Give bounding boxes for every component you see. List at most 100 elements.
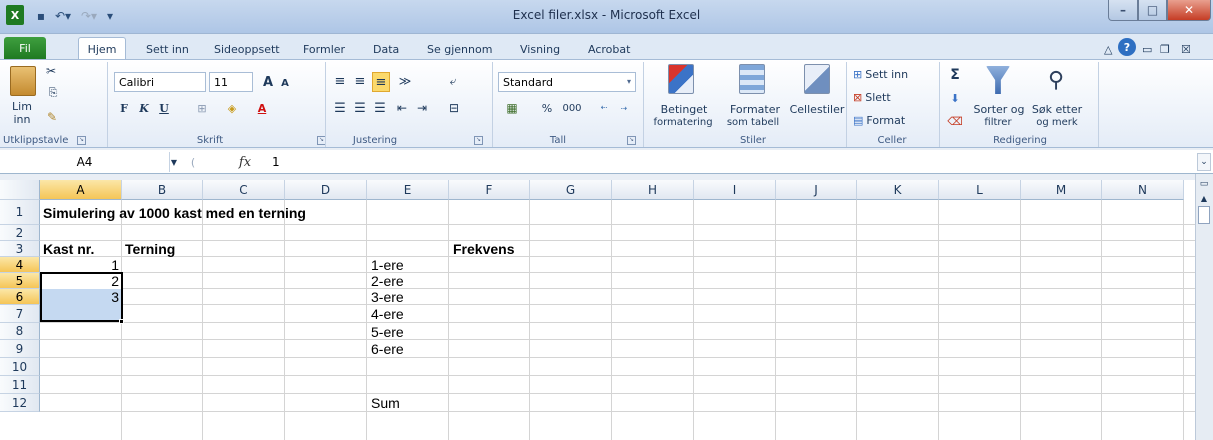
align-left-icon[interactable]: ☰: [332, 99, 348, 117]
percent-button[interactable]: %: [540, 99, 554, 117]
insert-cells-button[interactable]: ⊞ Sett inn: [853, 66, 935, 82]
tab-page-layout[interactable]: Sideoppsett: [214, 40, 280, 59]
cell-styles-icon[interactable]: [804, 64, 830, 94]
cell-b3[interactable]: Terning: [122, 241, 204, 257]
doc-restore-icon[interactable]: ❐: [1160, 40, 1170, 59]
insert-function-button[interactable]: fx: [230, 152, 260, 172]
tab-home[interactable]: Hjem: [78, 37, 126, 60]
tab-view[interactable]: Visning: [520, 40, 560, 59]
clipboard-launcher-icon[interactable]: ↘: [77, 136, 86, 145]
formula-input[interactable]: 1: [272, 152, 280, 172]
column-header-j[interactable]: J: [776, 180, 857, 200]
shrink-font-icon[interactable]: A: [278, 74, 292, 92]
row-header-10[interactable]: 10: [0, 358, 40, 376]
column-header-l[interactable]: L: [939, 180, 1021, 200]
scroll-up-icon[interactable]: ▲: [1197, 192, 1211, 204]
fill-icon[interactable]: ⬇: [946, 89, 964, 107]
row-header-7[interactable]: 7: [0, 305, 40, 323]
format-as-table-icon[interactable]: [739, 64, 765, 94]
scroll-thumb[interactable]: [1198, 206, 1210, 224]
font-color-icon[interactable]: A: [252, 99, 272, 117]
copy-icon[interactable]: ⎘: [44, 86, 62, 100]
font-size-select[interactable]: 11: [209, 72, 253, 92]
column-header-f[interactable]: F: [449, 180, 530, 200]
format-as-table-label-2[interactable]: som tabell: [718, 116, 788, 128]
format-as-table-label[interactable]: Formater: [730, 103, 780, 116]
cell-a5[interactable]: 2: [40, 273, 122, 289]
formula-bar-expand-icon[interactable]: ⌄: [1197, 153, 1211, 171]
align-middle-icon[interactable]: ≡: [352, 72, 368, 90]
cell-e4[interactable]: 1-ere: [368, 257, 450, 273]
column-header-e[interactable]: E: [367, 180, 449, 200]
row-header-8[interactable]: 8: [0, 323, 40, 340]
wrap-text-icon[interactable]: ⤶: [443, 72, 463, 90]
number-launcher-icon[interactable]: ↘: [627, 136, 636, 145]
column-header-m[interactable]: M: [1021, 180, 1102, 200]
select-all-corner[interactable]: [0, 180, 40, 200]
column-header-a[interactable]: A: [40, 180, 122, 200]
column-header-b[interactable]: B: [122, 180, 203, 200]
row-header-6[interactable]: 6: [0, 289, 40, 305]
increase-indent-icon[interactable]: ⇥: [414, 99, 430, 117]
decrease-decimal-icon[interactable]: ⇢: [614, 99, 634, 117]
align-right-icon[interactable]: ☰: [372, 99, 388, 117]
tab-formulas[interactable]: Formler: [303, 40, 345, 59]
cell-a4[interactable]: 1: [40, 257, 122, 273]
row-header-1[interactable]: 1: [0, 200, 40, 225]
minimize-button[interactable]: –: [1108, 0, 1138, 21]
grow-font-icon[interactable]: A: [260, 72, 276, 92]
fill-color-icon[interactable]: ◈: [222, 99, 242, 117]
help-icon[interactable]: ?: [1118, 38, 1136, 56]
font-name-select[interactable]: Calibri: [114, 72, 206, 92]
find-select-label-2[interactable]: og merk: [1030, 116, 1084, 128]
increase-decimal-icon[interactable]: ⇠: [594, 99, 614, 117]
row-header-12[interactable]: 12: [0, 394, 40, 412]
cell-a3[interactable]: Kast nr.: [40, 241, 122, 257]
fill-handle[interactable]: [119, 319, 124, 324]
row-header-4[interactable]: 4: [0, 257, 40, 273]
borders-icon[interactable]: ⊞: [192, 99, 212, 117]
conditional-formatting-label[interactable]: Betinget: [661, 103, 708, 116]
paste-icon[interactable]: [10, 66, 36, 96]
column-header-n[interactable]: N: [1102, 180, 1184, 200]
orientation-icon[interactable]: ≫: [394, 72, 416, 90]
doc-minimize-icon[interactable]: ▭: [1142, 40, 1152, 59]
conditional-formatting-icon[interactable]: [668, 64, 694, 94]
tab-insert[interactable]: Sett inn: [146, 40, 189, 59]
tab-review[interactable]: Se gjennom: [427, 40, 492, 59]
row-header-5[interactable]: 5: [0, 273, 40, 289]
split-box-icon[interactable]: ▭: [1197, 178, 1211, 190]
row-header-11[interactable]: 11: [0, 376, 40, 394]
decrease-indent-icon[interactable]: ⇤: [394, 99, 410, 117]
cell-a1[interactable]: Simulering av 1000 kast med en terning: [40, 200, 440, 225]
column-header-h[interactable]: H: [612, 180, 694, 200]
align-top-icon[interactable]: ≡: [332, 72, 348, 90]
accounting-format-icon[interactable]: ▦: [499, 99, 525, 117]
number-format-select[interactable]: Standard ▾: [498, 72, 636, 92]
name-box[interactable]: A4: [0, 152, 170, 172]
italic-button[interactable]: K: [136, 99, 152, 117]
cell-a6[interactable]: 3: [40, 289, 122, 305]
column-header-c[interactable]: C: [203, 180, 285, 200]
format-cells-button[interactable]: ▤ Format: [853, 112, 923, 128]
row-header-2[interactable]: 2: [0, 225, 40, 241]
clear-icon[interactable]: ⌫: [946, 112, 964, 130]
underline-button[interactable]: U: [156, 99, 172, 117]
column-header-i[interactable]: I: [694, 180, 776, 200]
alignment-launcher-icon[interactable]: ↘: [474, 136, 483, 145]
maximize-button[interactable]: □: [1138, 0, 1167, 21]
find-select-icon[interactable]: ⚲: [1042, 66, 1070, 94]
column-header-k[interactable]: K: [857, 180, 939, 200]
minimize-ribbon-icon[interactable]: △: [1104, 40, 1112, 59]
tab-data[interactable]: Data: [373, 40, 399, 59]
cell-e8[interactable]: 5-ere: [368, 323, 450, 340]
cell-e5[interactable]: 2-ere: [368, 273, 450, 289]
cell-e6[interactable]: 3-ere: [368, 289, 450, 305]
row-header-3[interactable]: 3: [0, 241, 40, 257]
close-button[interactable]: ✕: [1167, 0, 1211, 21]
cell-e11[interactable]: Sum: [368, 394, 450, 412]
cell-f3[interactable]: Frekvens: [450, 241, 532, 257]
format-painter-icon[interactable]: ✎: [44, 110, 60, 124]
name-box-dropdown-icon[interactable]: ▼: [166, 155, 182, 169]
paste-label[interactable]: Lim: [6, 100, 38, 113]
